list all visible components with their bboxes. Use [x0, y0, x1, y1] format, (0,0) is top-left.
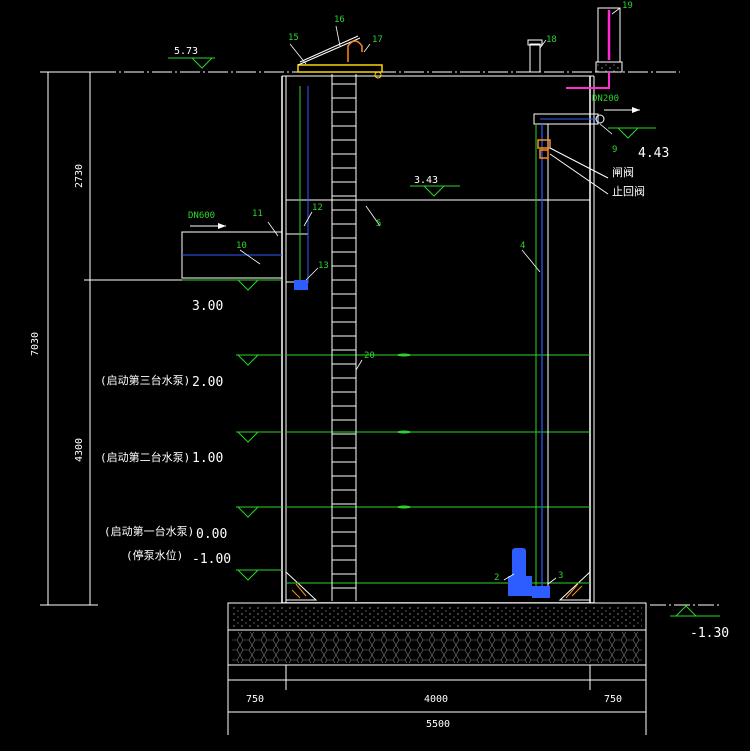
callout-12: 12 — [312, 203, 323, 213]
manhole-cover — [297, 35, 383, 79]
water-level-marker: 3.43 — [410, 175, 460, 197]
callout-4: 4 — [520, 241, 525, 251]
dim-total: 7030 — [30, 332, 41, 356]
pump1-note: (启动第一台水泵) — [104, 524, 194, 538]
dim-overall: 5500 — [426, 719, 450, 730]
inlet-pipe-label: DN600 — [188, 211, 215, 221]
stop-note: (停泵水位) — [126, 548, 183, 562]
callouts — [239, 7, 621, 585]
inlet-pipe — [181, 223, 283, 279]
control-cabinet — [595, 7, 623, 73]
base-slab — [227, 602, 647, 666]
bottom-elevation-marker: -1.30 — [650, 604, 729, 641]
check-valve-label: 止回阀 — [612, 184, 645, 198]
level-dashes — [397, 353, 411, 509]
pump-well-section-drawing: 5.73 3.43 3.00 2.00 1.00 0.00 -1.00 (启动第… — [30, 1, 729, 735]
dim-right: 750 — [604, 694, 622, 705]
vent-pipe — [527, 39, 543, 73]
pump3-level-label: 2.00 — [192, 375, 223, 390]
outlet-cable — [566, 72, 610, 89]
outlet-pipe — [533, 107, 640, 125]
gate-valve-label: 闸阀 — [612, 165, 634, 179]
overflow-level-label: 4.43 — [638, 146, 669, 161]
well-walls — [281, 75, 595, 604]
ladder — [331, 74, 357, 601]
callout-2: 2 — [494, 573, 499, 583]
outlet-pipe-label: DN200 — [592, 94, 619, 104]
ladder-rungs — [332, 83, 356, 589]
callout-18: 17 — [372, 35, 383, 45]
callout-15: 20 — [364, 351, 375, 361]
dim-upper: 2730 — [74, 164, 85, 188]
level-sensor — [285, 86, 309, 290]
stop-level-label: -1.00 — [192, 552, 231, 567]
dim-middle: 4000 — [424, 694, 448, 705]
callout-5: 5 — [376, 219, 381, 229]
callout-9: 9 — [612, 145, 617, 155]
callout-17: 16 — [334, 15, 345, 25]
callout-11: 11 — [252, 209, 263, 219]
top-elevation-marker: 5.73 — [168, 46, 215, 69]
water-level-label: 3.43 — [414, 175, 438, 186]
inlet-level-label: 3.00 — [192, 299, 223, 314]
pump3-note: (启动第三台水泵) — [100, 373, 190, 387]
callout-16: 15 — [288, 33, 299, 43]
dim-left: 750 — [246, 694, 264, 705]
pump1-level-label: 0.00 — [196, 527, 227, 542]
callout-19: 18 — [546, 35, 557, 45]
submersible-pump — [508, 548, 550, 598]
dim-lower: 4300 — [74, 438, 85, 462]
callout-3: 3 — [558, 571, 563, 581]
bottom-elevation-label: -1.30 — [690, 626, 729, 641]
top-elevation-label: 5.73 — [174, 46, 198, 57]
pump2-level-label: 1.00 — [192, 451, 223, 466]
callout-10: 10 — [236, 241, 247, 251]
riser-pipe — [535, 124, 549, 590]
callout-13: 13 — [318, 261, 329, 271]
callout-20: 19 — [622, 1, 633, 11]
pump2-note: (启动第二台水泵) — [100, 450, 190, 464]
